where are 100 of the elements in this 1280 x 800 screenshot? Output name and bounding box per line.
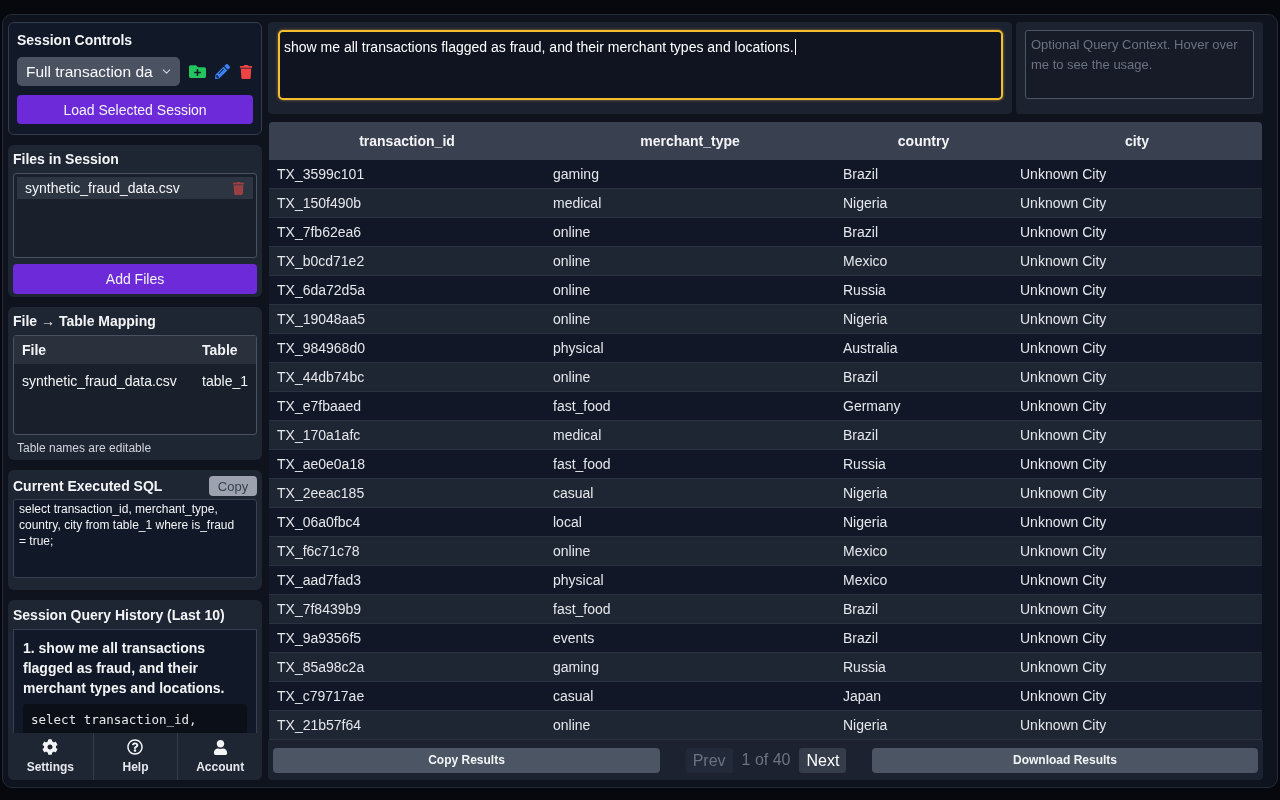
table-cell-text: Unknown City bbox=[1019, 426, 1108, 445]
column-header: transaction_id bbox=[358, 132, 456, 151]
table-cell-text: online bbox=[552, 716, 592, 735]
hint-text: Table names are editable bbox=[16, 441, 153, 455]
table-cell-text: Unknown City bbox=[1019, 455, 1108, 474]
user-icon bbox=[212, 739, 228, 755]
table-cell-text: Japan bbox=[842, 687, 883, 706]
nav-button[interactable]: Help bbox=[92, 733, 178, 780]
table-cell-text: online bbox=[552, 252, 592, 271]
table-cell-text: Russia bbox=[842, 658, 887, 677]
table-cell-text: Germany bbox=[842, 397, 902, 416]
table-cell-text: online bbox=[552, 542, 592, 561]
table-cell-text: physical bbox=[552, 339, 605, 358]
table-cell-text: medical bbox=[552, 426, 603, 445]
table-cell-text: Nigeria bbox=[842, 513, 889, 532]
table-cell-text: Unknown City bbox=[1019, 339, 1108, 358]
table-cell-text: Russia bbox=[842, 281, 887, 300]
table-name-field[interactable]: table_1 bbox=[194, 364, 256, 398]
download-results-button[interactable]: Download Results bbox=[872, 747, 1258, 773]
table-cell-text: TX_44db74bc bbox=[276, 368, 366, 387]
nav-button[interactable]: Account bbox=[177, 733, 262, 780]
table-cell-text: TX_7f8439b9 bbox=[276, 600, 363, 619]
table-cell-text: TX_2eeac185 bbox=[276, 484, 366, 503]
next-button[interactable]: Next bbox=[799, 747, 847, 773]
page-indicator: 1 of 40 bbox=[741, 751, 791, 769]
table-cell-text: TX_170a1afc bbox=[276, 426, 362, 445]
table-cell-text: TX_984968d0 bbox=[276, 339, 366, 358]
table-cell-text: TX_21b57f64 bbox=[276, 716, 363, 735]
table-cell-text: gaming bbox=[552, 658, 600, 677]
table-cell-text: physical bbox=[552, 571, 605, 590]
table-cell-text: online bbox=[552, 310, 592, 329]
panel-title: File → Table Mapping bbox=[13, 313, 157, 329]
table-cell-text: fast_food bbox=[552, 455, 612, 474]
table-cell-text: online bbox=[552, 223, 592, 242]
table-cell-text: TX_7fb62ea6 bbox=[276, 223, 363, 242]
text-cursor-icon bbox=[794, 39, 796, 55]
table-cell-text: Unknown City bbox=[1019, 600, 1108, 619]
table-cell-text: Unknown City bbox=[1019, 252, 1108, 271]
file-name: synthetic_fraud_data.csv bbox=[25, 180, 180, 196]
table-cell-text: Unknown City bbox=[1019, 687, 1108, 706]
table-cell-text: Unknown City bbox=[1019, 629, 1108, 648]
copy-button[interactable]: Copy bbox=[209, 476, 257, 496]
column-header: merchant_type bbox=[639, 132, 741, 151]
pencil-icon[interactable] bbox=[215, 64, 230, 79]
settings-icon bbox=[42, 739, 59, 755]
table-cell-text: Unknown City bbox=[1019, 310, 1108, 329]
context-input[interactable]: Optional Query Context. Hover over me to see the usage. bbox=[1025, 30, 1254, 99]
copy-results-button[interactable]: Copy Results bbox=[273, 747, 660, 773]
table-cell-text: TX_06a0fbc4 bbox=[276, 513, 362, 532]
panel-title: Session Controls bbox=[17, 32, 134, 48]
query-input[interactable]: show me all transactions flagged as fraud, and their merchant types and locations. bbox=[278, 30, 1003, 100]
table-cell-text: Australia bbox=[842, 339, 899, 358]
panel-title: Session Query History (Last 10) bbox=[12, 606, 226, 623]
file-item[interactable]: synthetic_fraud_data.csv bbox=[17, 177, 253, 199]
table-cell-text: Nigeria bbox=[842, 194, 889, 213]
table-cell-text: TX_150f490b bbox=[276, 194, 363, 213]
table-cell-text: fast_food bbox=[552, 397, 612, 416]
column-header: Table bbox=[194, 336, 256, 364]
table-cell-text: Unknown City bbox=[1019, 281, 1108, 300]
trash-icon[interactable] bbox=[239, 64, 253, 79]
table-cell-text: Russia bbox=[842, 455, 887, 474]
nav-button[interactable]: Settings bbox=[8, 733, 93, 780]
help-icon bbox=[127, 739, 144, 755]
table-cell-text: TX_b0cd71e2 bbox=[276, 252, 366, 271]
table-cell-text: TX_c79717ae bbox=[276, 687, 366, 706]
folder-plus-icon[interactable] bbox=[189, 63, 206, 80]
table-cell-text: events bbox=[552, 629, 596, 648]
sql-text-box[interactable]: select transaction_id, merchant_type, country, city from table_1 where is_fraud = true; bbox=[13, 499, 257, 578]
history-question[interactable]: 1. show me all transactions flagged as fraud, and their merchant types and locations. bbox=[23, 638, 247, 698]
load-session-button[interactable]: Load Selected Session bbox=[17, 95, 253, 124]
table-cell-text: TX_aad7fad3 bbox=[276, 571, 363, 590]
table-cell-text: Brazil bbox=[842, 368, 879, 387]
table-cell-text: Brazil bbox=[842, 426, 879, 445]
table-cell-text: Unknown City bbox=[1019, 513, 1108, 532]
table-cell-text: Unknown City bbox=[1019, 368, 1108, 387]
table-cell-text: Brazil bbox=[842, 600, 879, 619]
table-cell-text: online bbox=[552, 281, 592, 300]
add-files-button[interactable]: Add Files bbox=[13, 264, 257, 294]
table-cell-text: Brazil bbox=[842, 165, 879, 184]
query-text: show me all transactions flagged as fraud, and their merchant types and locations. bbox=[284, 39, 794, 55]
panel-title: Current Executed SQL bbox=[13, 478, 163, 494]
table-cell-text: Nigeria bbox=[842, 484, 889, 503]
table-cell-text: Mexico bbox=[842, 571, 889, 590]
table-cell-text: Mexico bbox=[842, 542, 889, 561]
table-cell-text: gaming bbox=[552, 165, 600, 184]
table-cell-text: Mexico bbox=[842, 252, 889, 271]
table-cell-text: TX_ae0e0a18 bbox=[276, 455, 366, 474]
table-cell-text: TX_3599c101 bbox=[276, 165, 366, 184]
column-header: country bbox=[896, 132, 951, 151]
table-cell-text: Unknown City bbox=[1019, 484, 1108, 503]
table-cell-text: medical bbox=[552, 194, 603, 213]
panel-title: Files in Session bbox=[13, 151, 120, 167]
table-cell-text: Unknown City bbox=[1019, 542, 1108, 561]
table-cell-text: Unknown City bbox=[1019, 397, 1108, 416]
table-cell-text: fast_food bbox=[552, 600, 612, 619]
session-select[interactable]: Full transaction da bbox=[17, 57, 180, 86]
table-cell-text: TX_19048aa5 bbox=[276, 310, 366, 329]
table-cell-text: Unknown City bbox=[1019, 658, 1108, 677]
table-cell-text: Brazil bbox=[842, 223, 879, 242]
column-header: city bbox=[1123, 132, 1151, 151]
